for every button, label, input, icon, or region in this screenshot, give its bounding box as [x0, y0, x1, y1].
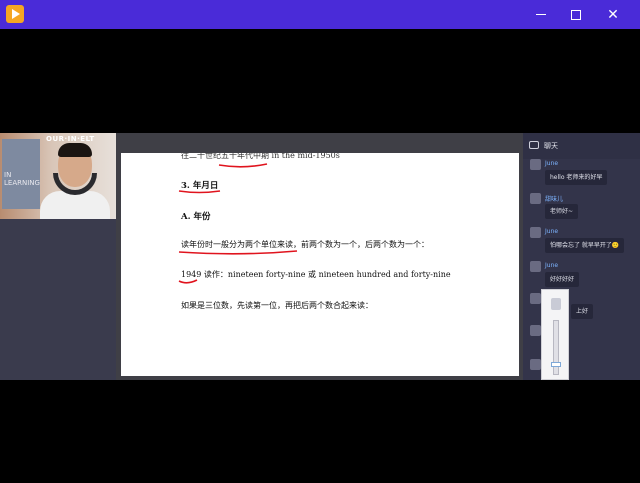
maximize-icon [571, 9, 581, 20]
annotation-stroke-3 [178, 250, 298, 255]
chat-message-text: 上好 [571, 304, 594, 319]
chat-username: 甜味儿 [545, 196, 564, 203]
webcam-poster-text: IN LEARNING [4, 171, 40, 187]
chat-message-text: 好好好好 [545, 272, 580, 287]
webcam-person-body [40, 191, 110, 219]
user-avatar [530, 193, 541, 204]
slide-paragraph-1: 读年份时一般分为两个单位来读，前两个数为一个，后两个数为一个： [181, 240, 429, 249]
chat-username: June [545, 160, 559, 167]
close-button[interactable]: ✕ [590, 0, 636, 29]
chat-message-text: hello 老师来的好早 [545, 170, 608, 185]
speaker-icon [551, 298, 561, 310]
teacher-webcam: IN LEARNING OUR·IN·ELT [0, 133, 116, 219]
chat-username: June [545, 262, 559, 269]
annotation-stroke-2 [178, 190, 221, 194]
slide-paragraph-2: 1949 读作：nineteen forty-nine 或 nineteen h… [181, 270, 451, 279]
title-bar: ✕ [0, 0, 640, 29]
slide-top-line: 往二十世纪五十年代中期 in the mid-1950s [181, 153, 340, 160]
annotation-stroke-4 [178, 279, 198, 284]
user-avatar [530, 359, 541, 370]
user-avatar [530, 325, 541, 336]
chat-username: June [545, 228, 559, 235]
slide-heading-a: A. 年份 [181, 212, 211, 222]
slide-paragraph-3: 如果是三位数，先读第一位，再把后两个数合起来读： [181, 301, 373, 310]
bottom-bar [0, 380, 640, 483]
app-play-icon [6, 5, 24, 23]
user-avatar [530, 159, 541, 170]
chat-title: 聊天 [544, 142, 558, 150]
slide-heading-3: 3. 年月日 [181, 181, 219, 191]
chat-header: 聊天 [523, 133, 640, 159]
volume-popup[interactable] [541, 289, 569, 380]
volume-slider-handle[interactable] [551, 362, 561, 367]
minimize-icon [536, 14, 546, 15]
chat-message-text: 怕哪会忘了 就早早开了🙂 [545, 238, 625, 253]
user-avatar [530, 293, 541, 304]
annotation-stroke-1 [218, 163, 268, 168]
user-avatar [530, 261, 541, 272]
webcam-brand-text: OUR·IN·ELT [46, 135, 95, 143]
webcam-person-hair [58, 143, 92, 157]
chat-bubble-icon [529, 141, 539, 149]
chat-message-text: 老师好~ [545, 204, 579, 219]
slide-document: 往二十世纪五十年代中期 in the mid-1950s 3. 年月日 A. 年… [121, 153, 519, 376]
user-avatar [530, 227, 541, 238]
